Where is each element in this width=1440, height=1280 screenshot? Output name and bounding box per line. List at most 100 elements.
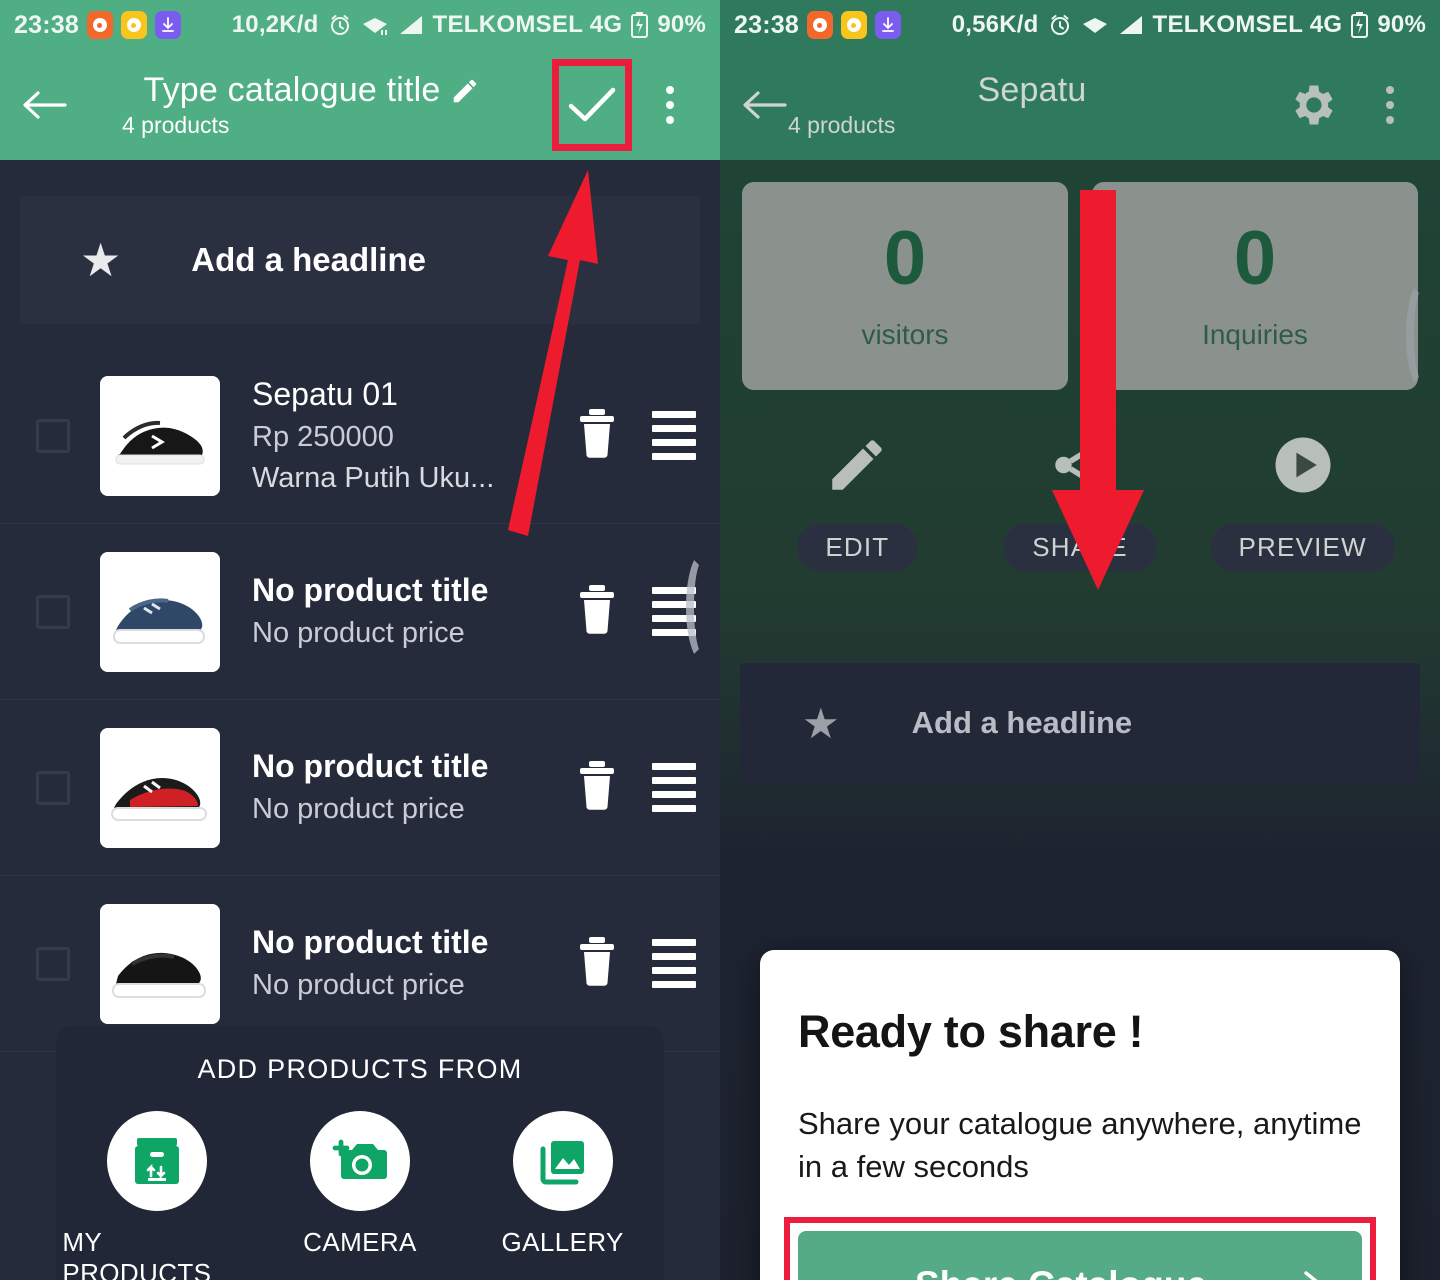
product-list: Sepatu 01 Rp 250000 Warna Putih Uku... N… [0, 348, 720, 1052]
alarm-icon [330, 15, 349, 35]
stat-card-visitors[interactable]: 0 visitors [742, 182, 1068, 390]
product-price: No product price [252, 969, 465, 1002]
battery-charging-icon [631, 12, 649, 38]
left-screen-edit-catalogue: 23:38 10,2K/d TELKOMSEL 4G 90% Type cata… [0, 0, 720, 1280]
product-checkbox[interactable] [36, 418, 70, 453]
status-time: 23:38 [14, 10, 79, 39]
drag-handle[interactable] [652, 411, 696, 460]
product-price: Rp 250000 [252, 420, 394, 453]
edit-button[interactable]: EDIT [746, 432, 969, 571]
product-thumbnail [100, 375, 220, 496]
battery-app-icon [120, 11, 147, 39]
battery-app-icon [840, 11, 867, 39]
table-row[interactable]: No product title No product price [0, 700, 720, 876]
kebab-menu-icon[interactable] [666, 86, 674, 124]
settings-button[interactable] [1276, 63, 1348, 147]
add-products-bottom-sheet: ADD PRODUCTS FROM MY PRODUCTS CAMERA GAL… [56, 1026, 664, 1280]
camera-add-icon[interactable] [309, 1111, 410, 1211]
play-circle-icon[interactable] [1270, 432, 1336, 498]
app-bar-actions [552, 59, 706, 151]
overflow-menu-button[interactable] [634, 63, 706, 147]
share-catalogue-label: Share Catalogue [852, 1264, 1270, 1280]
download-app-icon [154, 11, 181, 39]
dialog-title: Ready to share ! [798, 1006, 1144, 1057]
trash-icon[interactable] [576, 583, 618, 635]
table-row[interactable]: No product title No product price [0, 524, 720, 700]
back-button[interactable] [734, 88, 794, 122]
gear-icon[interactable] [1286, 79, 1338, 131]
product-checkbox[interactable] [36, 594, 70, 629]
inquiries-count: 0 [1233, 216, 1277, 301]
share-catalogue-highlight: Share Catalogue [784, 1216, 1376, 1280]
check-icon[interactable] [566, 85, 618, 125]
arrow-right-icon [1304, 1271, 1318, 1280]
delete-product-button[interactable] [576, 407, 618, 464]
pencil-icon[interactable] [824, 432, 890, 498]
visitors-label: visitors [861, 319, 949, 350]
bottom-sheet-title: ADD PRODUCTS FROM [197, 1054, 523, 1084]
trash-icon[interactable] [576, 407, 618, 459]
overflow-menu-button[interactable] [1354, 63, 1426, 147]
drag-handle[interactable] [652, 939, 696, 988]
status-bar-right-group: 10,2K/d TELKOMSEL 4G 90% [232, 11, 706, 39]
app-bar-right: Sepatu 4 products [720, 50, 1440, 160]
preview-button[interactable]: PREVIEW [1191, 432, 1414, 571]
edge-scroll-indicator [686, 552, 720, 662]
edge-scroll-indicator [1406, 280, 1440, 390]
add-headline-row[interactable]: ★ Add a headline [20, 196, 700, 324]
add-headline-label: Add a headline [911, 705, 1133, 740]
catalogue-title: Sepatu [977, 71, 1087, 109]
drag-handle[interactable] [652, 763, 696, 812]
product-description: Warna Putih Uku... [252, 461, 495, 494]
kebab-menu-icon[interactable] [1386, 86, 1394, 124]
product-thumbnail [100, 903, 220, 1024]
add-from-camera-button[interactable]: CAMERA [265, 1111, 455, 1280]
gallery-label: GALLERY [501, 1227, 624, 1257]
box-icon[interactable] [107, 1111, 208, 1211]
carrier-label: TELKOMSEL 4G [432, 11, 623, 38]
alarm-icon [1050, 15, 1069, 35]
pencil-icon[interactable] [450, 76, 480, 106]
signal-icon [399, 16, 422, 34]
delete-product-button[interactable] [576, 935, 618, 992]
product-title: No product title [252, 923, 489, 960]
catalogue-title[interactable]: Type catalogue title [144, 71, 441, 110]
confirm-check-button[interactable] [552, 59, 632, 151]
data-rate: 10,2K/d [231, 11, 319, 38]
status-bar-left-group: 23:38 [14, 11, 181, 40]
my-products-label: MY PRODUCTS [62, 1227, 212, 1280]
inquiries-label: Inquiries [1202, 319, 1308, 350]
add-from-my-products-button[interactable]: MY PRODUCTS [62, 1111, 252, 1280]
trash-icon[interactable] [576, 935, 618, 987]
share-catalogue-button[interactable]: Share Catalogue [798, 1230, 1362, 1280]
gallery-icon[interactable] [512, 1111, 613, 1211]
delete-product-button[interactable] [576, 759, 618, 816]
product-checkbox[interactable] [36, 946, 70, 981]
table-row[interactable]: Sepatu 01 Rp 250000 Warna Putih Uku... [0, 348, 720, 524]
catalogue-dashboard-body: 0 visitors 0 Inquiries EDIT SHARE PREVIE… [720, 160, 1440, 1280]
product-count: 4 products [788, 112, 896, 138]
preview-label: PREVIEW [1210, 524, 1395, 571]
status-bar-right-group: 0,56K/d TELKOMSEL 4G 90% [952, 11, 1426, 39]
add-from-gallery-button[interactable]: GALLERY [468, 1111, 658, 1280]
delete-product-button[interactable] [576, 583, 618, 640]
product-checkbox[interactable] [36, 770, 70, 805]
trash-icon[interactable] [576, 759, 618, 811]
share-button[interactable]: SHARE [969, 432, 1192, 571]
stats-row: 0 visitors 0 Inquiries [720, 160, 1440, 390]
product-title: No product title [252, 747, 489, 784]
camera-label: CAMERA [303, 1227, 417, 1257]
add-headline-row[interactable]: ★ Add a headline [740, 663, 1420, 783]
catalogue-title-row[interactable]: Type catalogue title [144, 71, 481, 110]
bottom-sheet-options: MY PRODUCTS CAMERA GALLERY [56, 1111, 664, 1280]
wifi-icon [362, 18, 387, 35]
wifi-icon [1082, 18, 1107, 33]
share-icon[interactable] [1047, 432, 1113, 498]
stat-card-inquiries[interactable]: 0 Inquiries [1092, 182, 1418, 390]
catalogue-title-row: Sepatu [978, 71, 1087, 110]
right-screen-catalogue-share: 23:38 0,56K/d TELKOMSEL 4G 90% Sepatu 4 … [720, 0, 1440, 1280]
product-info: No product title No product price [252, 569, 576, 654]
product-info: No product title No product price [252, 745, 576, 830]
status-bar-right: 23:38 0,56K/d TELKOMSEL 4G 90% [720, 0, 1440, 50]
back-button[interactable] [14, 88, 74, 122]
